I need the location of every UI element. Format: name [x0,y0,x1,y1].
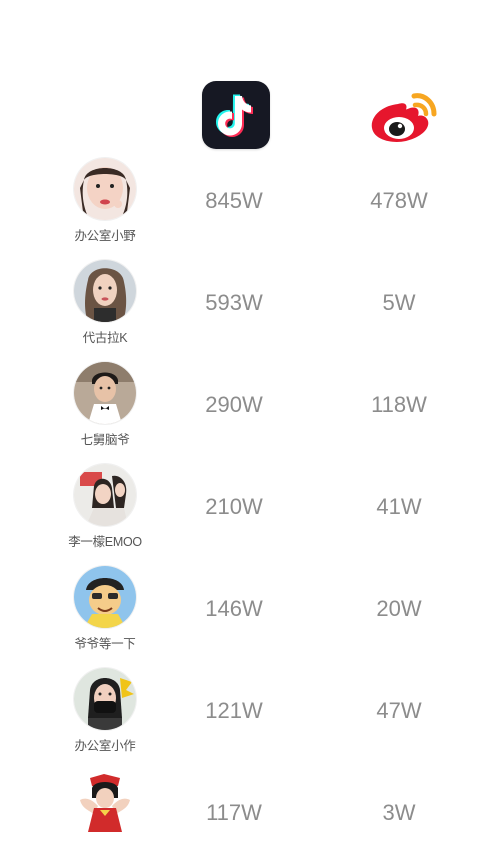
tiktok-followers: 290W [205,392,263,417]
avatar [74,668,136,730]
influencer [60,770,150,860]
weibo-followers: 47W [376,698,422,723]
influencer: 代古拉K [60,260,150,350]
avatar [74,260,136,322]
influencer: 七舅脑爷 [60,362,150,452]
tiktok-followers: 146W [205,596,263,621]
influencer: 李一檬EMOO [60,464,150,554]
list-item: 办公室小野 845W 478W [0,152,500,254]
list-item: 办公室小作 121W 47W [0,662,500,764]
influencer-name: 李一檬EMOO [68,535,142,549]
tiktok-followers: 845W [205,188,263,213]
platform-header [0,0,500,160]
weibo-followers: 5W [382,290,416,315]
weibo-logo-icon [368,86,440,146]
weibo-followers: 478W [370,188,428,213]
tiktok-followers: 121W [205,698,263,723]
avatar [74,362,136,424]
influencer-name: 办公室小野 [74,229,136,243]
list-item: 117W 3W [0,764,500,866]
weibo-followers: 41W [376,494,422,519]
influencer: 办公室小野 [60,158,150,248]
tiktok-followers: 593W [205,290,263,315]
tiktok-logo-icon [202,81,270,149]
list-item: 代古拉K 593W 5W [0,254,500,356]
avatar [74,158,136,220]
tiktok-followers: 117W [206,800,262,825]
influencer-name: 七舅脑爷 [80,433,130,447]
influencer-name: 爷爷等一下 [74,637,136,651]
weibo-followers: 118W [371,392,427,417]
list-item: 李一檬EMOO 210W 41W [0,458,500,560]
weibo-followers: 3W [382,800,416,825]
influencer: 办公室小作 [60,668,150,758]
list-item: 爷爷等一下 146W 20W [0,560,500,662]
weibo-followers: 20W [376,596,422,621]
avatar [74,770,136,832]
avatar [74,464,136,526]
tiktok-followers: 210W [205,494,263,519]
influencer-name: 办公室小作 [74,739,136,753]
influencer: 爷爷等一下 [60,566,150,656]
influencer-name: 代古拉K [82,331,128,345]
list-item: 七舅脑爷 290W 118W [0,356,500,458]
avatar [74,566,136,628]
influencer-list: 办公室小野 845W 478W 代古拉K 593W 5W 七舅脑爷 290W 1… [0,152,500,866]
